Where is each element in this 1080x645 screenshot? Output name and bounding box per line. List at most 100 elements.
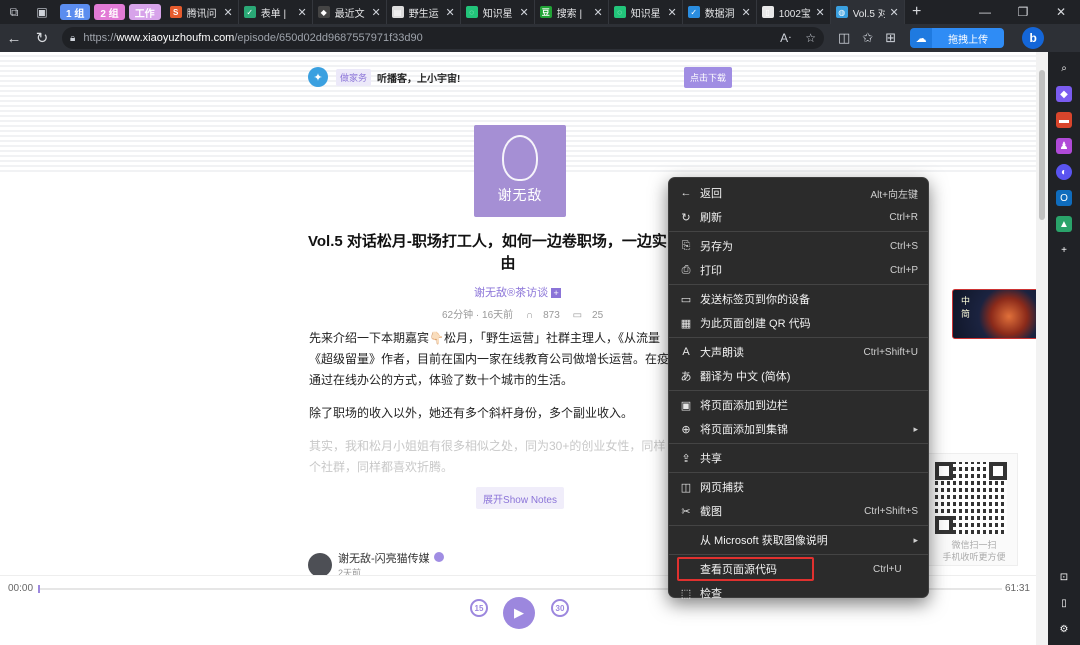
copilot-icon[interactable]: ◆ xyxy=(1056,86,1072,102)
tab-favicon-icon: S xyxy=(169,6,182,18)
browser-tab[interactable]: ◌ 知识星 ✕ xyxy=(609,0,683,24)
plays-icon: ∩ xyxy=(525,310,534,321)
bing-copilot-icon[interactable]: b xyxy=(1022,27,1045,49)
tab-close-icon[interactable]: ✕ xyxy=(593,6,602,19)
restore-icon[interactable]: ❐ xyxy=(1004,5,1042,19)
app-banner: ✦ 做家务 听播客，上小宇宙! 点击下载 xyxy=(308,66,732,88)
browser-tab[interactable]: ◍ Vol.5 对 ✕ xyxy=(830,0,905,24)
tab-title: Vol.5 对 xyxy=(852,8,886,20)
menu-item-refresh[interactable]: ↻ 刷新 Ctrl+R xyxy=(669,205,928,229)
screen-capture-icon[interactable]: ⊡ xyxy=(1056,569,1072,585)
browser-tab[interactable]: ◆ 最近文 ✕ xyxy=(313,0,387,24)
play-button[interactable]: ▶ xyxy=(503,597,535,629)
scrollbar-thumb[interactable] xyxy=(1039,70,1045,220)
menu-item-back[interactable]: ← 返回 Alt+向左键 xyxy=(669,181,928,205)
tab-close-icon[interactable]: ✕ xyxy=(297,6,306,19)
comment-count: 25 xyxy=(592,310,604,321)
portrait-line-art xyxy=(502,135,538,181)
menu-item-translate[interactable]: あ翻译为 中文 (简体) xyxy=(669,364,928,388)
outlook-icon[interactable]: O xyxy=(1056,190,1072,206)
tab-title: 知识星 xyxy=(630,8,661,20)
back-icon[interactable]: ← xyxy=(0,30,28,47)
qr-caption-2: 手机收听更方便 xyxy=(942,552,1006,562)
tab-close-icon[interactable]: ✕ xyxy=(815,6,824,19)
menu-item-send-tab[interactable]: ▭ 发送标签页到你的设备 xyxy=(669,287,928,311)
split-screen-icon[interactable]: ◫ xyxy=(838,30,850,46)
browser-tab[interactable]: ◌ 知识星 ✕ xyxy=(461,0,535,24)
split-icon[interactable]: ▯ xyxy=(1056,595,1072,611)
menu-item-inspect[interactable]: ⬚ 检查 xyxy=(669,581,928,605)
menu-item-share[interactable]: ⇪ 共享 xyxy=(669,446,928,470)
menu-item-web-capture[interactable]: ◫ 网页捕获 xyxy=(669,475,928,499)
tab-close-icon[interactable]: ✕ xyxy=(519,6,528,19)
close-window-icon[interactable]: ✕ xyxy=(1042,5,1080,19)
menu-item-print[interactable]: ⎙ 打印 Ctrl+P xyxy=(669,258,928,282)
rewind-15-icon[interactable]: 15 xyxy=(470,599,488,617)
tab-close-icon[interactable]: ✕ xyxy=(889,6,898,19)
browser-tab[interactable]: ▤ 野生运 ✕ xyxy=(387,0,461,24)
menu-item-shortcut: Ctrl+Shift+U xyxy=(863,346,918,358)
tab-group-2[interactable]: 工作 xyxy=(128,4,161,20)
address-bar[interactable]: 🔒︎ https:// www.xiaoyuzhoufm.com /episod… xyxy=(62,27,824,49)
page-scrollbar[interactable] xyxy=(1036,52,1048,645)
m365-icon[interactable]: ◐ xyxy=(1056,164,1072,180)
add-sidebar-app-icon[interactable]: + xyxy=(1056,242,1072,258)
search-icon[interactable]: ⌕ xyxy=(1056,60,1072,76)
upload-label: 拖拽上传 xyxy=(932,28,1005,48)
tab-close-icon[interactable]: ✕ xyxy=(371,6,380,19)
tab-favicon-icon: ◍ xyxy=(835,6,848,18)
tab-group-1[interactable]: 2 组 xyxy=(94,4,125,20)
favorite-star-icon[interactable]: ☆ xyxy=(805,31,816,45)
menu-item-add-collection[interactable]: ⊕ 将页面添加到集锦 ▸ xyxy=(669,417,928,441)
progress-knob[interactable] xyxy=(38,585,40,593)
browser-tab[interactable]: ✓ 数据洞 ✕ xyxy=(683,0,757,24)
settings-gear-icon[interactable]: ⚙ xyxy=(1056,621,1072,637)
podcast-name-link[interactable]: 谢无敌®茶访谈 + xyxy=(474,284,562,300)
browser-tab[interactable]: ▯ 1002宝 ✕ xyxy=(757,0,831,24)
podcast-name: 谢无敌®茶访谈 xyxy=(474,287,549,299)
menu-item-read-aloud[interactable]: A 大声朗读 Ctrl+Shift+U xyxy=(669,340,928,364)
tab-close-icon[interactable]: ✕ xyxy=(223,6,232,19)
menu-item-view-source[interactable]: 查看页面源代码 Ctrl+U xyxy=(677,557,902,581)
menu-item-image-desc[interactable]: 从 Microsoft 获取图像说明 ▸ xyxy=(669,528,928,552)
menu-item-save-as[interactable]: ⎘ 另存为 Ctrl+S xyxy=(669,234,928,258)
menu-item-label: 将页面添加到集锦 xyxy=(700,424,788,436)
tab-close-icon[interactable]: ✕ xyxy=(667,6,676,19)
tab-group-0[interactable]: 1 组 xyxy=(60,4,91,20)
episode-meta: 62分钟 · 16天前 ∩ 873 ▭ 25 xyxy=(442,306,613,321)
drop-icon[interactable]: ▲ xyxy=(1056,216,1072,232)
menu-item-add-sidebar[interactable]: ▣ 将页面添加到边栏 xyxy=(669,393,928,417)
download-button[interactable]: 点击下载 xyxy=(683,66,732,88)
menu-item-shortcut: Alt+向左键 xyxy=(870,189,918,201)
add-sidebar-icon: ▣ xyxy=(680,399,692,412)
browser-tab[interactable]: 豆搜索 | ✕ xyxy=(535,0,609,24)
menu-item-screenshot[interactable]: ✂ 截图 Ctrl+Shift+S xyxy=(669,499,928,523)
tools-icon[interactable]: ▬ xyxy=(1056,112,1072,128)
workspaces-icon[interactable]: ⧉ xyxy=(0,0,28,24)
paragraph-2: 除了职场的收入以外，她还有多个斜杆身份，多个副业收入。 xyxy=(309,406,634,420)
episode-title-line2: 由 xyxy=(500,255,516,272)
browser-tab[interactable]: ✓ 表单 | ✕ xyxy=(239,0,313,24)
collections-icon[interactable]: ⊞ xyxy=(885,30,896,46)
slogan: 听播客，上小宇宙! xyxy=(377,73,461,85)
tab-close-icon[interactable]: ✕ xyxy=(741,6,750,19)
forward-30-icon[interactable]: 30 xyxy=(551,599,569,617)
refresh-icon[interactable]: ↻ xyxy=(28,29,56,47)
menu-separator xyxy=(669,525,928,526)
minimize-icon[interactable]: — xyxy=(966,5,1004,19)
expand-show-notes-button[interactable]: 展开Show Notes xyxy=(476,487,564,509)
tab-actions-icon[interactable]: ▣ xyxy=(28,0,56,24)
browser-tab[interactable]: S 腾讯问 ✕ xyxy=(165,0,239,24)
new-tab-button[interactable]: + xyxy=(905,3,929,21)
favorites-icon[interactable]: ✩ xyxy=(862,30,873,46)
tab-title: 1002宝 xyxy=(778,8,811,20)
drag-upload-button[interactable]: ☁ 拖拽上传 xyxy=(910,28,1005,48)
menu-item-label: 网页捕获 xyxy=(700,482,744,494)
tab-favicon-icon: ◆ xyxy=(317,6,330,18)
subscribe-plus-icon[interactable]: + xyxy=(551,288,562,298)
menu-item-qr-code[interactable]: ▦ 为此页面创建 QR 代码 xyxy=(669,311,928,335)
games-icon[interactable]: ♟ xyxy=(1056,138,1072,154)
read-aloud-icon[interactable]: Aᐧ xyxy=(780,31,791,45)
floating-video-thumbnail[interactable]: 中 简 xyxy=(952,289,1036,339)
tab-close-icon[interactable]: ✕ xyxy=(445,6,454,19)
